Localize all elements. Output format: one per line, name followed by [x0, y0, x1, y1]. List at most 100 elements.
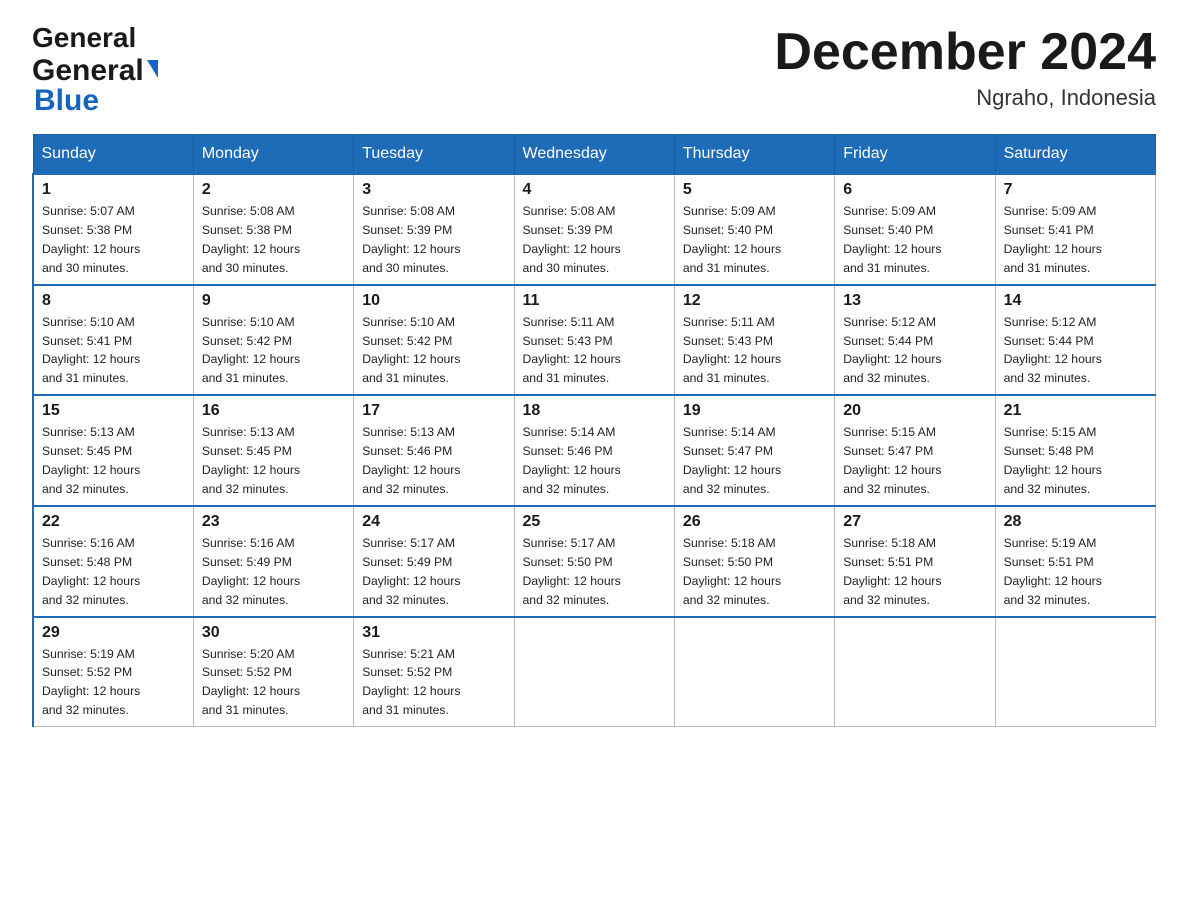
day-info: Sunrise: 5:12 AMSunset: 5:44 PMDaylight:… — [843, 313, 986, 389]
day-number: 7 — [1004, 181, 1147, 199]
day-info: Sunrise: 5:19 AMSunset: 5:52 PMDaylight:… — [42, 645, 185, 721]
calendar-title-area: December 2024 Ngraho, Indonesia — [774, 24, 1156, 111]
calendar-cell: 5 Sunrise: 5:09 AMSunset: 5:40 PMDayligh… — [674, 174, 834, 285]
day-info: Sunrise: 5:13 AMSunset: 5:46 PMDaylight:… — [362, 423, 505, 499]
day-number: 15 — [42, 402, 185, 420]
calendar-cell: 22 Sunrise: 5:16 AMSunset: 5:48 PMDaylig… — [33, 506, 193, 617]
day-number: 18 — [523, 402, 666, 420]
day-number: 22 — [42, 513, 185, 531]
day-number: 2 — [202, 181, 345, 199]
calendar-cell — [514, 617, 674, 727]
day-info: Sunrise: 5:09 AMSunset: 5:41 PMDaylight:… — [1004, 202, 1147, 278]
calendar-cell: 10 Sunrise: 5:10 AMSunset: 5:42 PMDaylig… — [354, 285, 514, 396]
week-row-3: 15 Sunrise: 5:13 AMSunset: 5:45 PMDaylig… — [33, 395, 1156, 506]
week-row-1: 1 Sunrise: 5:07 AMSunset: 5:38 PMDayligh… — [33, 174, 1156, 285]
page-header: General General Blue December 2024 Ngrah… — [32, 24, 1156, 116]
day-number: 29 — [42, 624, 185, 642]
day-number: 30 — [202, 624, 345, 642]
day-info: Sunrise: 5:14 AMSunset: 5:47 PMDaylight:… — [683, 423, 826, 499]
day-number: 17 — [362, 402, 505, 420]
day-info: Sunrise: 5:11 AMSunset: 5:43 PMDaylight:… — [683, 313, 826, 389]
weekday-header-wednesday: Wednesday — [514, 135, 674, 175]
day-info: Sunrise: 5:15 AMSunset: 5:47 PMDaylight:… — [843, 423, 986, 499]
calendar-cell: 16 Sunrise: 5:13 AMSunset: 5:45 PMDaylig… — [193, 395, 353, 506]
calendar-cell: 21 Sunrise: 5:15 AMSunset: 5:48 PMDaylig… — [995, 395, 1155, 506]
day-info: Sunrise: 5:14 AMSunset: 5:46 PMDaylight:… — [523, 423, 666, 499]
calendar-cell — [995, 617, 1155, 727]
day-info: Sunrise: 5:17 AMSunset: 5:49 PMDaylight:… — [362, 534, 505, 610]
calendar-subtitle: Ngraho, Indonesia — [774, 85, 1156, 111]
day-number: 24 — [362, 513, 505, 531]
day-number: 19 — [683, 402, 826, 420]
calendar-cell: 14 Sunrise: 5:12 AMSunset: 5:44 PMDaylig… — [995, 285, 1155, 396]
calendar-cell: 28 Sunrise: 5:19 AMSunset: 5:51 PMDaylig… — [995, 506, 1155, 617]
calendar-cell: 2 Sunrise: 5:08 AMSunset: 5:38 PMDayligh… — [193, 174, 353, 285]
logo-text-blue: Blue — [34, 84, 99, 117]
day-number: 28 — [1004, 513, 1147, 531]
day-number: 5 — [683, 181, 826, 199]
weekday-header-sunday: Sunday — [33, 135, 193, 175]
day-info: Sunrise: 5:07 AMSunset: 5:38 PMDaylight:… — [42, 202, 185, 278]
calendar-cell: 15 Sunrise: 5:13 AMSunset: 5:45 PMDaylig… — [33, 395, 193, 506]
day-info: Sunrise: 5:08 AMSunset: 5:38 PMDaylight:… — [202, 202, 345, 278]
day-info: Sunrise: 5:15 AMSunset: 5:48 PMDaylight:… — [1004, 423, 1147, 499]
calendar-cell: 4 Sunrise: 5:08 AMSunset: 5:39 PMDayligh… — [514, 174, 674, 285]
calendar-cell: 12 Sunrise: 5:11 AMSunset: 5:43 PMDaylig… — [674, 285, 834, 396]
calendar-cell: 11 Sunrise: 5:11 AMSunset: 5:43 PMDaylig… — [514, 285, 674, 396]
day-info: Sunrise: 5:13 AMSunset: 5:45 PMDaylight:… — [42, 423, 185, 499]
day-number: 26 — [683, 513, 826, 531]
calendar-cell: 17 Sunrise: 5:13 AMSunset: 5:46 PMDaylig… — [354, 395, 514, 506]
calendar-cell: 6 Sunrise: 5:09 AMSunset: 5:40 PMDayligh… — [835, 174, 995, 285]
week-row-4: 22 Sunrise: 5:16 AMSunset: 5:48 PMDaylig… — [33, 506, 1156, 617]
day-info: Sunrise: 5:16 AMSunset: 5:49 PMDaylight:… — [202, 534, 345, 610]
calendar-cell: 3 Sunrise: 5:08 AMSunset: 5:39 PMDayligh… — [354, 174, 514, 285]
calendar-cell: 20 Sunrise: 5:15 AMSunset: 5:47 PMDaylig… — [835, 395, 995, 506]
day-number: 8 — [42, 292, 185, 310]
day-number: 14 — [1004, 292, 1147, 310]
calendar-cell: 23 Sunrise: 5:16 AMSunset: 5:49 PMDaylig… — [193, 506, 353, 617]
calendar-cell: 18 Sunrise: 5:14 AMSunset: 5:46 PMDaylig… — [514, 395, 674, 506]
day-info: Sunrise: 5:13 AMSunset: 5:45 PMDaylight:… — [202, 423, 345, 499]
calendar-table: SundayMondayTuesdayWednesdayThursdayFrid… — [32, 134, 1156, 727]
calendar-cell: 24 Sunrise: 5:17 AMSunset: 5:49 PMDaylig… — [354, 506, 514, 617]
day-number: 11 — [523, 292, 666, 310]
day-info: Sunrise: 5:18 AMSunset: 5:51 PMDaylight:… — [843, 534, 986, 610]
calendar-cell: 19 Sunrise: 5:14 AMSunset: 5:47 PMDaylig… — [674, 395, 834, 506]
day-number: 21 — [1004, 402, 1147, 420]
logo: General General Blue — [32, 24, 158, 116]
day-info: Sunrise: 5:18 AMSunset: 5:50 PMDaylight:… — [683, 534, 826, 610]
day-info: Sunrise: 5:21 AMSunset: 5:52 PMDaylight:… — [362, 645, 505, 721]
day-number: 12 — [683, 292, 826, 310]
day-number: 20 — [843, 402, 986, 420]
calendar-cell: 27 Sunrise: 5:18 AMSunset: 5:51 PMDaylig… — [835, 506, 995, 617]
weekday-header-monday: Monday — [193, 135, 353, 175]
logo-arrow-icon — [147, 60, 158, 78]
calendar-cell: 30 Sunrise: 5:20 AMSunset: 5:52 PMDaylig… — [193, 617, 353, 727]
calendar-cell: 29 Sunrise: 5:19 AMSunset: 5:52 PMDaylig… — [33, 617, 193, 727]
day-info: Sunrise: 5:10 AMSunset: 5:42 PMDaylight:… — [362, 313, 505, 389]
day-info: Sunrise: 5:20 AMSunset: 5:52 PMDaylight:… — [202, 645, 345, 721]
weekday-header-thursday: Thursday — [674, 135, 834, 175]
calendar-cell: 8 Sunrise: 5:10 AMSunset: 5:41 PMDayligh… — [33, 285, 193, 396]
calendar-cell: 31 Sunrise: 5:21 AMSunset: 5:52 PMDaylig… — [354, 617, 514, 727]
calendar-cell: 13 Sunrise: 5:12 AMSunset: 5:44 PMDaylig… — [835, 285, 995, 396]
day-number: 27 — [843, 513, 986, 531]
calendar-cell: 25 Sunrise: 5:17 AMSunset: 5:50 PMDaylig… — [514, 506, 674, 617]
day-info: Sunrise: 5:17 AMSunset: 5:50 PMDaylight:… — [523, 534, 666, 610]
day-info: Sunrise: 5:10 AMSunset: 5:42 PMDaylight:… — [202, 313, 345, 389]
day-number: 3 — [362, 181, 505, 199]
calendar-cell — [835, 617, 995, 727]
calendar-cell: 7 Sunrise: 5:09 AMSunset: 5:41 PMDayligh… — [995, 174, 1155, 285]
calendar-cell — [674, 617, 834, 727]
day-number: 1 — [42, 181, 185, 199]
day-number: 16 — [202, 402, 345, 420]
day-info: Sunrise: 5:09 AMSunset: 5:40 PMDaylight:… — [843, 202, 986, 278]
weekday-header-tuesday: Tuesday — [354, 135, 514, 175]
calendar-cell: 9 Sunrise: 5:10 AMSunset: 5:42 PMDayligh… — [193, 285, 353, 396]
logo-text-general: General — [32, 54, 144, 87]
day-info: Sunrise: 5:10 AMSunset: 5:41 PMDaylight:… — [42, 313, 185, 389]
day-number: 13 — [843, 292, 986, 310]
day-number: 23 — [202, 513, 345, 531]
day-info: Sunrise: 5:12 AMSunset: 5:44 PMDaylight:… — [1004, 313, 1147, 389]
day-info: Sunrise: 5:08 AMSunset: 5:39 PMDaylight:… — [362, 202, 505, 278]
